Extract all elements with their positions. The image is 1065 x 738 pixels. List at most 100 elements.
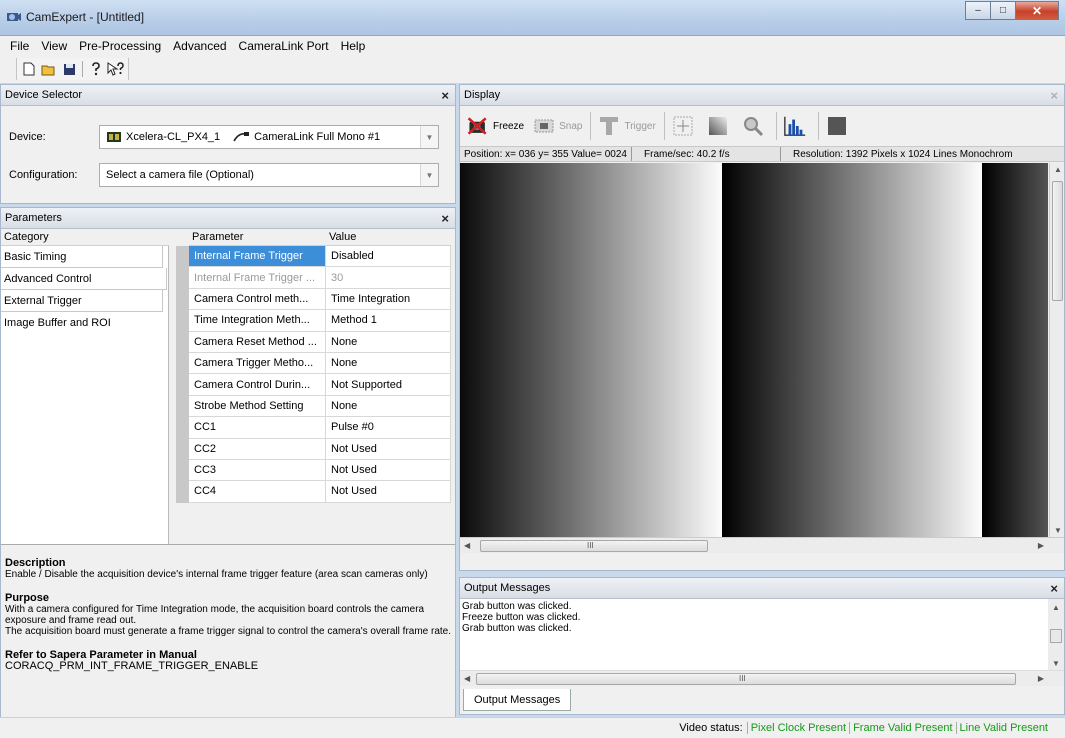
output-messages-title: Output Messages (464, 582, 551, 594)
menu-view[interactable]: View (35, 39, 73, 53)
close-button[interactable]: ✕ (1015, 1, 1059, 20)
menu-file[interactable]: File (4, 39, 35, 53)
param-value[interactable]: Not Used (326, 481, 451, 503)
param-name[interactable]: Camera Control Durin... (189, 374, 326, 396)
param-value[interactable]: None (326, 352, 451, 375)
new-file-icon[interactable] (19, 59, 39, 79)
zoom-button[interactable] (741, 110, 768, 142)
parameters-header: Parameters × (1, 208, 455, 229)
param-name[interactable]: Camera Reset Method ... (189, 331, 326, 353)
menu-advanced[interactable]: Advanced (167, 39, 232, 53)
param-name[interactable]: CC2 (189, 438, 326, 460)
status-bar: Video status: Pixel Clock Present Frame … (0, 717, 1065, 738)
display-title: Display (464, 89, 501, 101)
param-name[interactable]: Camera Trigger Metho... (189, 352, 326, 375)
table-row[interactable]: Camera Reset Method ... None (176, 331, 451, 353)
close-display-icon[interactable]: × (1050, 88, 1058, 103)
histogram-icon (783, 114, 807, 138)
device-combo[interactable]: Xcelera-CL_PX4_1 CameraLink Full Mono #1… (99, 125, 439, 149)
device-selector-panel: Device Selector × Device: Xcelera-CL_PX4… (0, 84, 456, 204)
param-value[interactable]: 30 (326, 267, 451, 289)
chevron-down-icon[interactable]: ▼ (420, 164, 438, 186)
param-name[interactable]: Internal Frame Trigger (189, 246, 326, 268)
category-advanced-control[interactable]: Advanced Control (1, 268, 167, 290)
table-row[interactable]: Camera Trigger Metho... None (176, 352, 451, 375)
param-name[interactable]: Internal Frame Trigger ... (189, 267, 326, 289)
histogram-button[interactable] (783, 110, 810, 142)
param-value[interactable]: Pulse #0 (326, 417, 451, 439)
minimize-button[interactable]: – (965, 1, 991, 20)
board-icon (107, 132, 121, 142)
snap-button[interactable]: Snap (532, 110, 582, 142)
configuration-combo[interactable]: Select a camera file (Optional) ▼ (99, 163, 439, 187)
output-vertical-scrollbar[interactable]: ▲ ▼ (1048, 599, 1064, 670)
gradient-image-button[interactable] (706, 110, 733, 142)
param-value[interactable]: Not Used (326, 438, 451, 460)
help-icon[interactable] (86, 59, 106, 79)
param-value[interactable]: Not Used (326, 459, 451, 482)
chevron-down-icon[interactable]: ▼ (420, 126, 438, 148)
param-name[interactable]: Strobe Method Setting (189, 395, 326, 418)
context-help-icon[interactable] (106, 59, 126, 79)
param-value[interactable]: None (326, 395, 451, 418)
video-status-label: Video status: (679, 722, 743, 734)
close-parameters-icon[interactable]: × (441, 211, 449, 226)
purpose-heading: Purpose (5, 592, 50, 604)
tab-output-messages[interactable]: Output Messages (463, 689, 572, 711)
list-item: Freeze button was clicked. (462, 612, 581, 623)
close-device-selector-icon[interactable]: × (441, 88, 449, 103)
param-name[interactable]: CC1 (189, 417, 326, 439)
parameter-column-header[interactable]: Parameter (189, 229, 326, 246)
param-name[interactable]: CC3 (189, 459, 326, 482)
param-value[interactable]: Method 1 (326, 310, 451, 332)
param-value[interactable]: Disabled (326, 246, 451, 268)
snap-frame-icon (532, 114, 556, 138)
param-value[interactable]: Not Supported (326, 374, 451, 396)
table-row[interactable]: CC1 Pulse #0 (176, 417, 451, 439)
param-name[interactable]: CC4 (189, 481, 326, 503)
image-display[interactable] (460, 163, 1048, 537)
category-column-header[interactable]: Category (1, 229, 169, 246)
device-name: Xcelera-CL_PX4_1 (126, 131, 221, 143)
scrollbar-thumb[interactable]: III (476, 673, 1016, 685)
table-row[interactable]: Camera Control Durin... Not Supported (176, 374, 451, 396)
save-icon[interactable] (59, 59, 79, 79)
menu-pre-processing[interactable]: Pre-Processing (73, 39, 167, 53)
maximize-button[interactable]: □ (990, 1, 1016, 20)
table-row[interactable]: Camera Control meth... Time Integration (176, 288, 451, 311)
display-vertical-scrollbar[interactable]: ▲ ▼ (1049, 163, 1064, 537)
close-output-icon[interactable]: × (1050, 581, 1058, 596)
open-folder-icon[interactable] (39, 59, 59, 79)
trigger-button[interactable]: Trigger (597, 110, 656, 142)
main-toolbar (0, 56, 1065, 84)
value-column-header[interactable]: Value (326, 229, 451, 246)
table-row[interactable]: Internal Frame Trigger ... 30 (176, 267, 451, 289)
resolution-readout: Resolution: 1392 Pixels x 1024 Lines Mon… (793, 148, 1013, 160)
table-row[interactable]: CC3 Not Used (176, 459, 451, 482)
menu-cameralink-port[interactable]: CameraLink Port (233, 39, 335, 53)
param-name[interactable]: Camera Control meth... (189, 288, 326, 311)
scrollbar-thumb[interactable] (1052, 181, 1063, 301)
freeze-button[interactable]: Freeze (466, 110, 524, 142)
param-value[interactable]: None (326, 331, 451, 353)
param-name[interactable]: Time Integration Meth... (189, 310, 326, 332)
display-horizontal-scrollbar[interactable]: ◀ III ▶ (460, 537, 1064, 553)
table-row[interactable]: CC2 Not Used (176, 438, 451, 460)
category-external-trigger[interactable]: External Trigger (1, 290, 163, 312)
table-row[interactable]: Strobe Method Setting None (176, 395, 451, 418)
table-row[interactable]: Internal Frame Trigger Disabled (176, 246, 451, 268)
category-image-buffer-roi[interactable]: Image Buffer and ROI (1, 312, 163, 334)
display-toolbar: Freeze Snap Trigger (460, 106, 1064, 146)
stop-button[interactable] (825, 110, 852, 142)
menu-help[interactable]: Help (335, 39, 372, 53)
line-valid-status: Line Valid Present (955, 722, 1051, 734)
output-message-log[interactable]: Grab button was clicked. Freeze button w… (460, 599, 1064, 670)
scrollbar-thumb[interactable] (1050, 629, 1062, 643)
fit-to-window-button[interactable] (671, 110, 698, 142)
table-row[interactable]: Time Integration Meth... Method 1 (176, 310, 451, 332)
scrollbar-thumb[interactable]: III (480, 540, 708, 552)
param-value[interactable]: Time Integration (326, 288, 451, 311)
output-horizontal-scrollbar[interactable]: ◀ III ▶ (460, 670, 1064, 686)
category-basic-timing[interactable]: Basic Timing (1, 246, 163, 268)
table-row[interactable]: CC4 Not Used (176, 481, 451, 503)
